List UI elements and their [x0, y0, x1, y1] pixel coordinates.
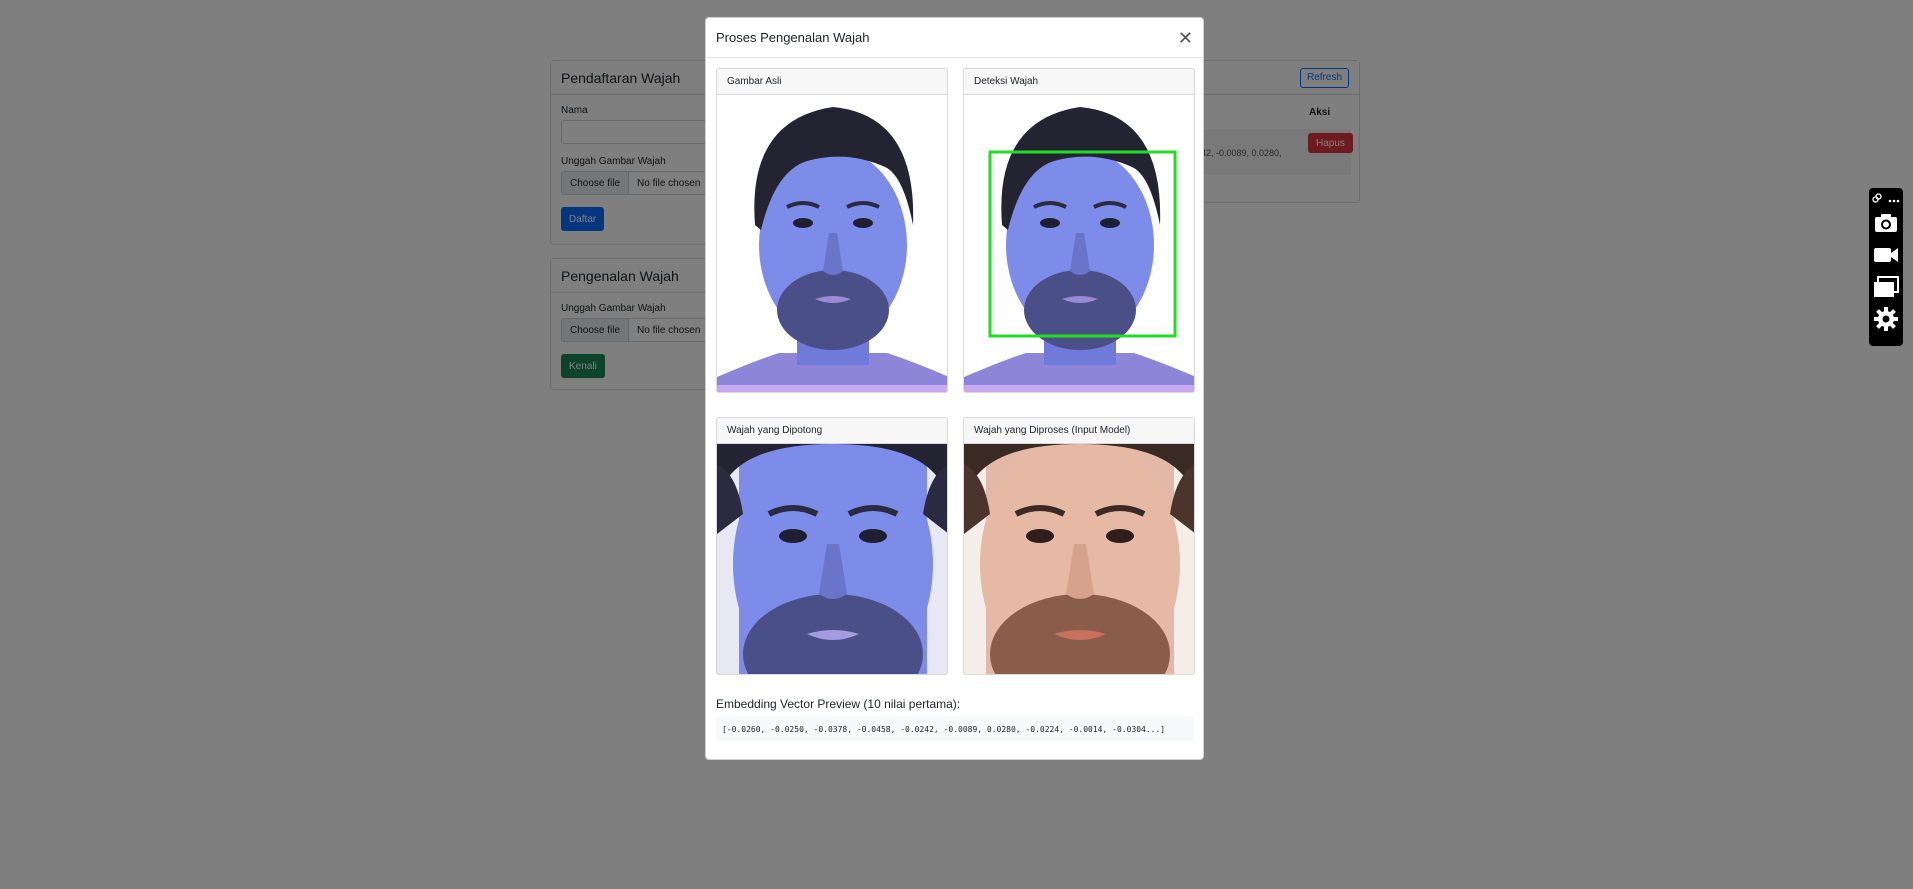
- processed-face-image: [964, 434, 1194, 674]
- embedding-values: [-0.0260, -0.0250, -0.0378, -0.0458, -0.…: [722, 724, 1166, 734]
- camera-icon[interactable]: [1872, 208, 1900, 238]
- embedding-preview: [-0.0260, -0.0250, -0.0378, -0.0458, -0.…: [716, 717, 1194, 741]
- capture-toolbar: [1869, 188, 1903, 346]
- embedding-title: Embedding Vector Preview (10 nilai perta…: [716, 697, 961, 711]
- face-detection-label: Deteksi Wajah: [964, 69, 1194, 95]
- more-icon[interactable]: [1888, 190, 1900, 208]
- processed-face-panel: Wajah yang Diproses (Input Model): [963, 417, 1195, 675]
- video-camera-icon[interactable]: [1872, 240, 1900, 270]
- original-image-label: Gambar Asli: [717, 69, 947, 95]
- original-face-image: [717, 95, 947, 392]
- processed-face-label: Wajah yang Diproses (Input Model): [964, 418, 1194, 444]
- cropped-face-panel: Wajah yang Dipotong: [716, 417, 948, 675]
- face-recognition-modal: Proses Pengenalan Wajah ✕ Gambar Asli De…: [705, 17, 1204, 760]
- link-icon[interactable]: [1872, 190, 1882, 208]
- face-detection-panel: Deteksi Wajah: [963, 68, 1195, 393]
- close-icon[interactable]: ✕: [1178, 29, 1193, 47]
- modal-title: Proses Pengenalan Wajah: [716, 30, 870, 45]
- detected-face-image: [964, 95, 1194, 392]
- cropped-face-label: Wajah yang Dipotong: [717, 418, 947, 444]
- toolbar-top-row: [1872, 192, 1900, 206]
- modal-header: Proses Pengenalan Wajah ✕: [706, 18, 1203, 58]
- windows-icon[interactable]: [1872, 272, 1900, 302]
- original-image-panel: Gambar Asli: [716, 68, 948, 393]
- settings-gear-icon[interactable]: [1872, 304, 1900, 334]
- cropped-face-image: [717, 434, 947, 674]
